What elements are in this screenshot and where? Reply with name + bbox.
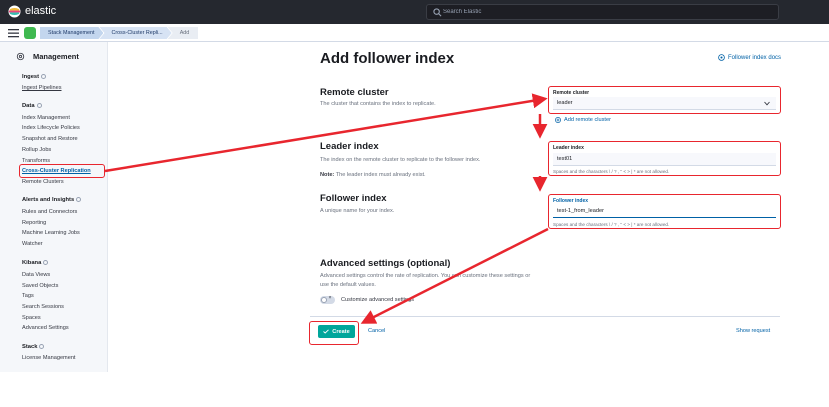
brand-name: elastic	[25, 5, 57, 17]
sidebar-item-tags[interactable]: Tags	[22, 293, 34, 299]
breadcrumb-add: Add	[167, 27, 199, 39]
gear-icon	[16, 52, 25, 61]
sidebar-item-rules-and-connectors[interactable]: Rules and Connectors	[22, 209, 77, 215]
sidebar-item-watcher[interactable]: Watcher	[22, 241, 43, 247]
follower-index-title: Follower index	[320, 193, 387, 204]
help-icon	[43, 260, 49, 265]
sidebar-item-index-management[interactable]: Index Management	[22, 115, 70, 121]
annotation-box-create	[309, 321, 359, 345]
advanced-settings-description-line2: use the default values.	[320, 282, 376, 288]
sidebar-item-reporting[interactable]: Reporting	[22, 220, 46, 226]
annotation-box-sidebar	[19, 164, 105, 178]
management-sidebar: Management Ingest Ingest Pipelines Data …	[0, 42, 108, 372]
annotation-box-remote-cluster	[548, 86, 781, 114]
help-icon	[39, 344, 45, 349]
leader-index-title: Leader index	[320, 141, 379, 152]
help-icon	[41, 74, 47, 79]
cancel-button[interactable]: Cancel	[368, 328, 385, 334]
sidebar-item-search-sessions[interactable]: Search Sessions	[22, 304, 64, 310]
hamburger-menu-icon[interactable]	[8, 28, 19, 38]
sidebar-item-ingest-pipelines[interactable]: Ingest Pipelines	[22, 85, 62, 91]
follower-index-description: A unique name for your index.	[320, 208, 395, 214]
sidebar-group-stack: Stack	[22, 344, 45, 350]
sidebar-item-remote-clusters[interactable]: Remote Clusters	[22, 179, 64, 185]
docs-book-icon	[718, 54, 725, 61]
top-header: elastic	[0, 0, 829, 24]
annotation-box-leader-index	[548, 141, 781, 176]
leader-index-description: The index on the remote cluster to repli…	[320, 157, 481, 163]
sidebar-item-license-management[interactable]: License Management	[22, 355, 76, 361]
breadcrumb: Stack Management Cross-Cluster Repli... …	[40, 27, 199, 39]
customize-advanced-settings-toggle[interactable]: ×	[320, 295, 335, 304]
sidebar-item-spaces[interactable]: Spaces	[22, 315, 41, 321]
sidebar-item-machine-learning-jobs[interactable]: Machine Learning Jobs	[22, 230, 80, 236]
customize-advanced-settings-label: Customize advanced settings	[341, 297, 415, 303]
show-request-button[interactable]: Show request	[736, 328, 770, 334]
advanced-settings-description-line1: Advanced settings control the rate of re…	[320, 273, 531, 279]
sidebar-group-kibana: Kibana	[22, 260, 49, 266]
help-icon	[76, 197, 82, 202]
breadcrumb-cross-cluster-replication[interactable]: Cross-Cluster Repli...	[99, 27, 171, 39]
remote-cluster-title: Remote cluster	[320, 87, 389, 98]
advanced-settings-title: Advanced settings (optional)	[320, 258, 451, 269]
toggle-knob	[321, 297, 327, 303]
sidebar-item-data-views[interactable]: Data Views	[22, 272, 50, 278]
sidebar-title: Management	[33, 52, 79, 61]
elastic-logo-icon[interactable]	[8, 5, 21, 18]
remote-cluster-description: The cluster that contains the index to r…	[320, 101, 436, 107]
sidebar-group-ingest: Ingest	[22, 74, 47, 80]
help-icon	[36, 103, 42, 108]
toggle-off-icon: ×	[328, 295, 332, 301]
breadcrumb-stack-management[interactable]: Stack Management	[40, 27, 103, 39]
global-search[interactable]	[426, 4, 779, 20]
sidebar-group-data: Data	[22, 103, 42, 109]
breadcrumb-bar: Stack Management Cross-Cluster Repli... …	[0, 24, 829, 42]
annotation-box-follower-index	[548, 194, 781, 229]
follower-index-docs-link[interactable]: Follower index docs	[718, 54, 781, 61]
page-title: Add follower index	[320, 50, 455, 67]
sidebar-group-alerts-and-insights: Alerts and Insights	[22, 197, 82, 203]
add-remote-cluster-link[interactable]: Add remote cluster	[555, 117, 611, 123]
search-icon	[433, 8, 442, 17]
search-input[interactable]	[443, 5, 743, 19]
sidebar-header: Management	[16, 52, 79, 61]
sidebar-item-index-lifecycle-policies[interactable]: Index Lifecycle Policies	[22, 125, 80, 131]
leader-index-note: Note: The leader index must already exis…	[320, 172, 426, 178]
sidebar-item-rollup-jobs[interactable]: Rollup Jobs	[22, 147, 51, 153]
customize-advanced-settings-row[interactable]: × Customize advanced settings	[320, 295, 415, 304]
footer-divider	[310, 316, 780, 317]
space-avatar[interactable]	[24, 27, 36, 39]
plus-circle-icon	[555, 117, 561, 123]
sidebar-item-snapshot-and-restore[interactable]: Snapshot and Restore	[22, 136, 78, 142]
sidebar-item-saved-objects[interactable]: Saved Objects	[22, 283, 58, 289]
sidebar-item-advanced-settings[interactable]: Advanced Settings	[22, 325, 69, 331]
